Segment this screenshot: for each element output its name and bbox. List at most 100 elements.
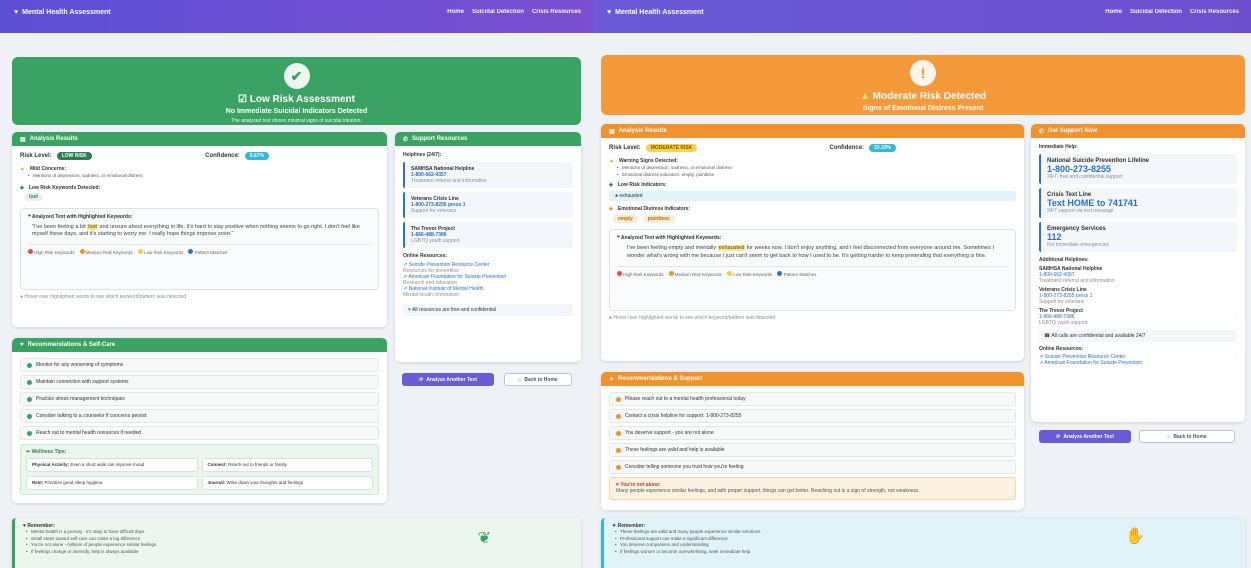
highlighted-text-box: ❝ Analyzed Text with Highlighted Keyword…: [20, 207, 379, 290]
risk-badge: MODERATE RISK: [645, 144, 698, 152]
recommendations-card: ♥ Recommendations & Self-Care Monitor for…: [12, 338, 387, 503]
rec-item: Maintain connection with support systems: [20, 375, 379, 389]
heart-icon: ♥: [20, 342, 24, 348]
helpline-veterans[interactable]: Veterans Crisis Line 1-800-273-8255 press…: [403, 192, 573, 218]
chart-icon: ▤: [20, 136, 26, 143]
chart-icon: ▤: [609, 128, 615, 135]
highlighted-keyword[interactable]: exhausted: [717, 245, 746, 252]
remember-card: ♥ Remember: Mental health is a journey -…: [12, 518, 581, 568]
checkbox-icon: ☑: [238, 94, 247, 105]
support-resources-card: ✆ Support Resources Helplines (24/7): SAM…: [395, 132, 581, 362]
moderate-risk-screen: ♥ Mental Health Assessment Home Suicidal …: [593, 0, 1251, 568]
emergency-item[interactable]: Emergency Services 112 For immediate emerg…: [1039, 222, 1237, 252]
analyze-another-button[interactable]: ⟳ Analyze Another Text: [402, 373, 494, 386]
confidence-badge: 6.67%: [244, 152, 269, 160]
low-risk-screen: ♥ Mental Health Assessment Home Suicidal …: [0, 0, 593, 568]
sprout-icon: ❦: [477, 530, 491, 547]
analysis-card: ▤ Analysis Results Risk Level: LOW RISK Co…: [12, 132, 387, 327]
phone-icon: ✆: [403, 136, 409, 143]
refresh-icon: ⟳: [1056, 433, 1061, 440]
crisis-text-item[interactable]: Crisis Text Line Text HOME to 741741 24/7 …: [1039, 188, 1237, 218]
helpline-trevor[interactable]: The Trevor Project 1-866-488-7386 LGBTQ yo…: [1039, 308, 1237, 326]
back-to-home-button[interactable]: ⌂ Back to Home: [1139, 430, 1235, 443]
keyword-tag: lost: [24, 192, 43, 201]
rec-item: You deserve support - you are not alone: [609, 426, 1016, 440]
heart-icon: ♥: [607, 9, 612, 16]
quote-icon: ❝: [617, 235, 620, 242]
lightbulb-icon: ✦: [609, 376, 615, 383]
refresh-icon: ⟳: [419, 376, 424, 383]
tip-physical: Physical Activity: Even a short walk can…: [26, 458, 198, 472]
analyzed-text: "I've been feeling a bit lost and unsure…: [32, 223, 360, 238]
helpline-trevor[interactable]: The Trevor Project 1-866-488-7386 LGBTQ yo…: [403, 222, 573, 248]
analysis-card: ▤ Analysis Results Risk Level: MODERATE RI…: [601, 124, 1024, 361]
risk-hero: ! ▲ Moderate Risk Detected Signs of Emot…: [601, 55, 1245, 115]
rec-item: Contact a crisis helpline for support: 1…: [609, 409, 1016, 423]
link-afsp[interactable]: ⇗ American Foundation for Suicide Preven…: [1039, 360, 1237, 366]
highlighted-keyword[interactable]: lost: [87, 223, 98, 230]
helpline-samhsa[interactable]: SAMHSA National Helpline 1-800-662-4357 Tr…: [403, 162, 573, 188]
heart-icon: ♥: [14, 9, 19, 16]
rec-item: These feelings are valid and help is ava…: [609, 443, 1016, 457]
external-link-icon: ⇗: [1039, 360, 1044, 366]
navbar: ♥ Mental Health Assessment Home Suicidal …: [0, 0, 593, 33]
quote-icon: ❝: [28, 213, 31, 220]
home-icon: ⌂: [518, 376, 522, 383]
rec-item: Consider talking to a counselor if conce…: [20, 409, 379, 423]
remember-card: ✦ Remember: These feelings are valid and…: [601, 518, 1245, 568]
warning-icon: ▲: [20, 166, 25, 172]
rec-item: Consider telling someone you trust how y…: [609, 460, 1016, 474]
nav-suicidal-detection[interactable]: Suicidal Detection: [1130, 9, 1182, 15]
hero-title: Low Risk Assessment: [249, 94, 355, 105]
nav-suicidal-detection[interactable]: Suicidal Detection: [472, 9, 524, 15]
helpline-samhsa[interactable]: SAMHSA National Helpline 1-800-662-4357 Tr…: [1039, 266, 1237, 284]
hero-note: The analyzed text shows minimal signs of…: [231, 118, 362, 124]
risk-hero: ✔ ☑ Low Risk Assessment No Immediate Sui…: [12, 57, 581, 125]
phone-icon: ✆: [1039, 128, 1045, 135]
hero-subtitle: No Immediate Suicidal Indicators Detecte…: [225, 108, 368, 115]
leaf-icon: ❧: [26, 449, 31, 455]
brand[interactable]: ♥ Mental Health Assessment: [14, 9, 111, 16]
emotion-tag: empty: [613, 215, 638, 224]
hero-subtitle: Signs of Emotional Distress Present: [862, 105, 984, 112]
home-icon: ⌂: [1167, 433, 1171, 440]
rec-item: Reach out to mental health resources if …: [20, 426, 379, 440]
rec-item: Practice stress management techniques: [20, 392, 379, 406]
tip-rest: Rest: Prioritize good sleep hygiene: [26, 475, 198, 490]
analyze-another-button[interactable]: ⟳ Analyze Another Text: [1039, 430, 1131, 443]
keyword-legend: High Risk Keywords Medium Risk Keywords …: [28, 244, 371, 255]
circle-icon: ●: [615, 193, 619, 200]
confidence-badge: 33.33%: [869, 144, 896, 152]
check-icon: ✔: [283, 63, 310, 89]
info-icon: ●: [609, 315, 613, 322]
lifeline-item[interactable]: National Suicide Prevention Lifeline 1-80…: [1039, 154, 1237, 184]
back-to-home-button[interactable]: ⌂ Back to Home: [504, 373, 572, 386]
tip-connect: Connect: Reach out to friends or family: [201, 458, 373, 472]
tag-icon: ◆: [609, 206, 613, 213]
helpline-veterans[interactable]: Veterans Crisis Line 1-800-273-8255 press…: [1039, 287, 1237, 305]
analyzed-text: I've been feeling empty and mentally exh…: [627, 245, 995, 259]
nav-crisis-resources[interactable]: Crisis Resources: [532, 9, 581, 15]
keyword-legend: High Risk Keywords Medium Risk Keywords …: [617, 265, 1008, 277]
risk-badge: LOW RISK: [56, 152, 92, 160]
warning-icon: ▲: [859, 91, 870, 102]
get-support-card: ✆ Get Support Now Immediate Help: Nationa…: [1031, 124, 1245, 422]
brand[interactable]: ♥ Mental Health Assessment: [607, 9, 704, 16]
not-alone-box: ♥ You're not alone: Many people experien…: [609, 477, 1016, 500]
helping-hand-icon: ✋: [1125, 528, 1145, 545]
nav-home[interactable]: Home: [447, 9, 464, 15]
nav-home[interactable]: Home: [1105, 9, 1122, 15]
navbar: ♥ Mental Health Assessment Home Suicidal …: [593, 0, 1251, 33]
alert-icon: !: [910, 60, 936, 86]
rec-item: Please reach out to a mental health prof…: [609, 392, 1016, 406]
recommendations-card: ✦ Recommendations & Support Please reach …: [601, 372, 1024, 510]
tag-icon: ◆: [20, 184, 24, 191]
emotion-tag: pointless: [642, 215, 675, 224]
hero-title: Moderate Risk Detected: [872, 91, 987, 102]
heart-icon: ♥: [408, 307, 411, 313]
nav-crisis-resources[interactable]: Crisis Resources: [1190, 9, 1239, 15]
tag-icon: ◆: [609, 182, 613, 189]
highlighted-text-box: ❝ Analyzed Text with Highlighted Keyword…: [609, 229, 1016, 312]
warning-icon: ▲: [609, 158, 614, 164]
info-icon: ●: [20, 293, 24, 300]
